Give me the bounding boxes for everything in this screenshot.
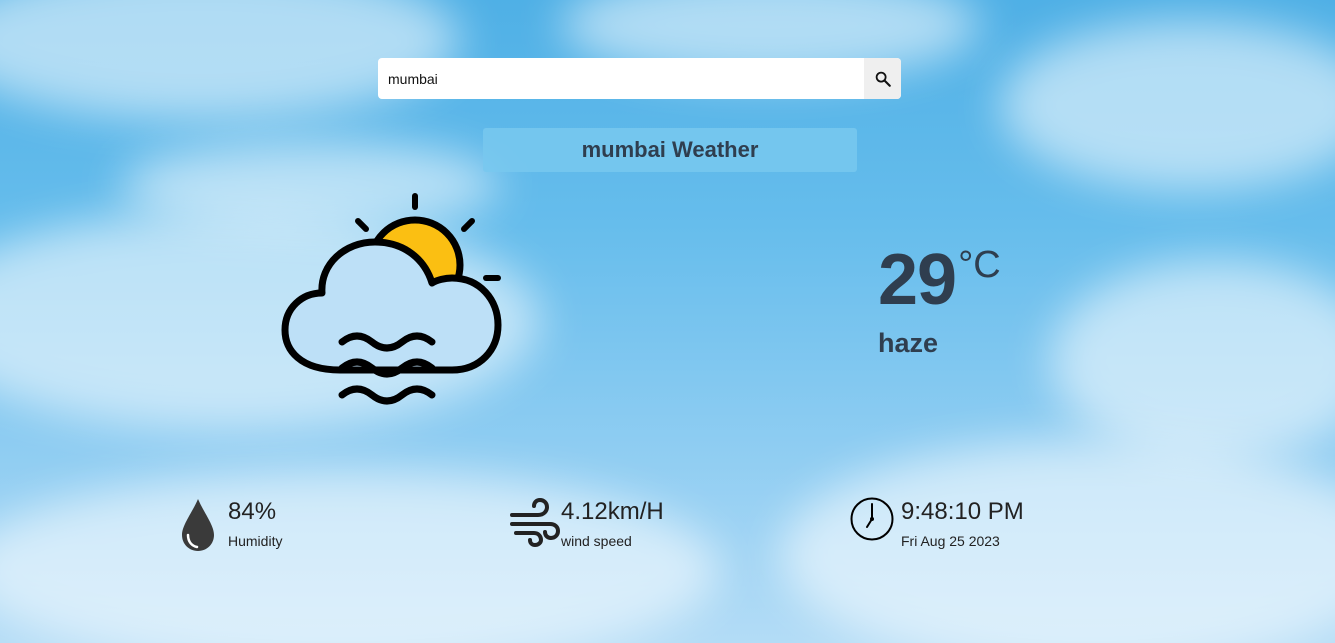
search-button[interactable] <box>864 58 901 99</box>
cloud-sun-haze-icon <box>280 190 510 420</box>
date-value: Fri Aug 25 2023 <box>901 533 1000 549</box>
temperature-row: 29 °C <box>878 240 1001 320</box>
temperature-value: 29 <box>878 240 957 320</box>
background-cloud <box>1000 20 1335 190</box>
temperature-block: 29 °C haze <box>878 240 1001 359</box>
temperature-unit: °C <box>958 244 1001 286</box>
humidity-value: 84% <box>228 498 277 525</box>
wind-speed-label: wind speed <box>561 533 632 549</box>
search-bar <box>378 58 901 99</box>
humidity-label: Humidity <box>228 533 283 549</box>
time-stat: 9:48:10 PM Fri Aug 25 2023 <box>850 497 1024 549</box>
humidity-stat: 84% Humidity <box>180 497 282 553</box>
search-icon <box>875 71 891 87</box>
weather-condition: haze <box>878 328 939 358</box>
clock-icon <box>850 497 894 541</box>
city-weather-title-text: mumbai Weather <box>581 137 759 162</box>
time-value: 9:48:10 PM <box>901 498 1024 525</box>
weather-app: mumbai Weather 29 °C <box>0 0 1335 643</box>
water-drop-icon <box>182 499 214 551</box>
background-cloud <box>0 470 720 643</box>
wind-stat: 4.12km/H wind speed <box>510 497 664 549</box>
wind-speed-value: 4.12km/H <box>561 498 664 525</box>
wind-icon <box>510 497 560 547</box>
search-input[interactable] <box>378 58 864 99</box>
background-cloud <box>1050 260 1335 460</box>
city-weather-title: mumbai Weather <box>483 128 857 172</box>
